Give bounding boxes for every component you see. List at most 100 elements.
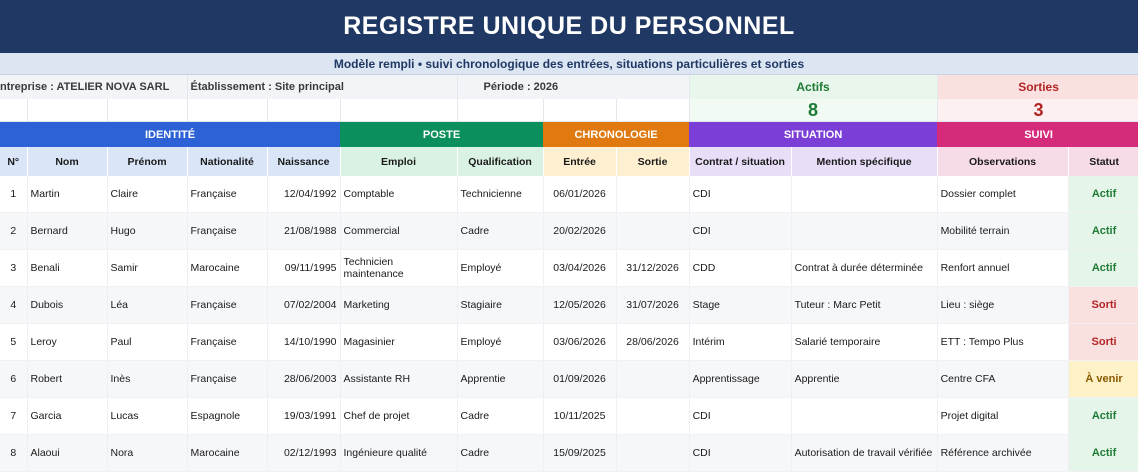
company-cell[interactable]: ntreprise : ATELIER NOVA SARL bbox=[0, 75, 188, 99]
col-qualification[interactable]: Qualification bbox=[457, 147, 544, 176]
cell-naissance[interactable]: 28/06/2003 bbox=[267, 360, 341, 398]
cell-contrat[interactable]: CDD bbox=[689, 249, 792, 287]
cell-contrat[interactable]: Intérim bbox=[689, 323, 792, 361]
col-prenom[interactable]: Prénom bbox=[107, 147, 188, 176]
cell-naissance[interactable]: 12/04/1992 bbox=[267, 176, 341, 213]
cell-nationalite[interactable]: Française bbox=[187, 176, 268, 213]
col-observations[interactable]: Observations bbox=[937, 147, 1069, 176]
cell-sortie[interactable]: 31/07/2026 bbox=[616, 286, 690, 324]
cell-qualification[interactable]: Technicienne bbox=[457, 176, 544, 213]
cell-sortie[interactable] bbox=[616, 360, 690, 398]
cell-entree[interactable]: 12/05/2026 bbox=[543, 286, 617, 324]
cell-mention[interactable]: Contrat à durée déterminée bbox=[791, 249, 938, 287]
cell-prenom[interactable]: Hugo bbox=[107, 212, 188, 250]
table-row[interactable]: 2 Bernard Hugo Française 21/08/1988 Commercia… bbox=[0, 212, 1138, 250]
status-badge[interactable]: Actif bbox=[1068, 397, 1138, 435]
cell-emploi[interactable]: Ingénieure qualité bbox=[340, 434, 458, 472]
table-row[interactable]: 7 Garcia Lucas Espagnole 19/03/1991 Chef de p… bbox=[0, 397, 1138, 435]
cell-nom[interactable]: Martin bbox=[27, 176, 108, 213]
cell-emploi[interactable]: Assistante RH bbox=[340, 360, 458, 398]
cell-entree[interactable]: 10/11/2025 bbox=[543, 397, 617, 435]
cell-naissance[interactable]: 21/08/1988 bbox=[267, 212, 341, 250]
col-contrat[interactable]: Contrat / situation bbox=[689, 147, 792, 176]
cell-nom[interactable]: Robert bbox=[27, 360, 108, 398]
col-sortie[interactable]: Sortie bbox=[616, 147, 690, 176]
status-badge[interactable]: Sorti bbox=[1068, 286, 1138, 324]
status-badge[interactable]: Actif bbox=[1068, 176, 1138, 213]
cell-prenom[interactable]: Samir bbox=[107, 249, 188, 287]
cell-emploi[interactable]: Technicien maintenance bbox=[340, 249, 458, 287]
cell-contrat[interactable]: CDI bbox=[689, 397, 792, 435]
cell-entree[interactable]: 03/06/2026 bbox=[543, 323, 617, 361]
col-nom[interactable]: Nom bbox=[27, 147, 108, 176]
cell-observations[interactable]: Référence archivée bbox=[937, 434, 1069, 472]
cell-mention[interactable]: Autorisation de travail vérifiée bbox=[791, 434, 938, 472]
cell-nationalite[interactable]: Marocaine bbox=[187, 434, 268, 472]
cell-mention[interactable] bbox=[791, 176, 938, 213]
col-nationalite[interactable]: Nationalité bbox=[187, 147, 268, 176]
cell-nom[interactable]: Bernard bbox=[27, 212, 108, 250]
cell-prenom[interactable]: Claire bbox=[107, 176, 188, 213]
cell-naissance[interactable]: 19/03/1991 bbox=[267, 397, 341, 435]
col-emploi[interactable]: Emploi bbox=[340, 147, 458, 176]
table-row[interactable]: 8 Alaoui Nora Marocaine 02/12/1993 Ingénieure… bbox=[0, 434, 1138, 472]
col-mention[interactable]: Mention spécifique bbox=[791, 147, 938, 176]
cell-num[interactable]: 3 bbox=[0, 249, 28, 287]
cell-entree[interactable]: 15/09/2025 bbox=[543, 434, 617, 472]
cell-num[interactable]: 1 bbox=[0, 176, 28, 213]
cell-observations[interactable]: Lieu : siège bbox=[937, 286, 1069, 324]
col-naissance[interactable]: Naissance bbox=[267, 147, 341, 176]
cell-observations[interactable]: Dossier complet bbox=[937, 176, 1069, 213]
table-row[interactable]: 1 Martin Claire Française 12/04/1992 Comptabl… bbox=[0, 176, 1138, 213]
cell-observations[interactable]: Mobilité terrain bbox=[937, 212, 1069, 250]
col-statut[interactable]: Statut bbox=[1068, 147, 1138, 176]
cell-nom[interactable]: Dubois bbox=[27, 286, 108, 324]
cell-entree[interactable]: 20/02/2026 bbox=[543, 212, 617, 250]
cell-naissance[interactable]: 14/10/1990 bbox=[267, 323, 341, 361]
cell-prenom[interactable]: Nora bbox=[107, 434, 188, 472]
cell-nationalite[interactable]: Française bbox=[187, 212, 268, 250]
cell-sortie[interactable] bbox=[616, 212, 690, 250]
cell-emploi[interactable]: Magasinier bbox=[340, 323, 458, 361]
cell-observations[interactable]: Projet digital bbox=[937, 397, 1069, 435]
cell-contrat[interactable]: CDI bbox=[689, 212, 792, 250]
cell-mention[interactable]: Salarié temporaire bbox=[791, 323, 938, 361]
cell-mention[interactable] bbox=[791, 212, 938, 250]
cell-qualification[interactable]: Employé bbox=[457, 323, 544, 361]
cell-entree[interactable]: 06/01/2026 bbox=[543, 176, 617, 213]
cell-prenom[interactable]: Lucas bbox=[107, 397, 188, 435]
col-entree[interactable]: Entrée bbox=[543, 147, 617, 176]
period-cell[interactable]: Période : 2026 bbox=[457, 75, 690, 99]
cell-sortie[interactable] bbox=[616, 176, 690, 213]
cell-num[interactable]: 6 bbox=[0, 360, 28, 398]
cell-nationalite[interactable]: Espagnole bbox=[187, 397, 268, 435]
cell-sortie[interactable]: 31/12/2026 bbox=[616, 249, 690, 287]
cell-mention[interactable] bbox=[791, 397, 938, 435]
cell-naissance[interactable]: 09/11/1995 bbox=[267, 249, 341, 287]
table-row[interactable]: 3 Benali Samir Marocaine 09/11/1995 Technicie… bbox=[0, 249, 1138, 287]
cell-qualification[interactable]: Cadre bbox=[457, 434, 544, 472]
cell-mention[interactable]: Apprentie bbox=[791, 360, 938, 398]
cell-contrat[interactable]: CDI bbox=[689, 176, 792, 213]
cell-qualification[interactable]: Cadre bbox=[457, 212, 544, 250]
status-badge[interactable]: Actif bbox=[1068, 249, 1138, 287]
cell-nom[interactable]: Alaoui bbox=[27, 434, 108, 472]
cell-qualification[interactable]: Stagiaire bbox=[457, 286, 544, 324]
cell-nationalite[interactable]: Française bbox=[187, 286, 268, 324]
cell-sortie[interactable] bbox=[616, 397, 690, 435]
cell-num[interactable]: 4 bbox=[0, 286, 28, 324]
cell-prenom[interactable]: Paul bbox=[107, 323, 188, 361]
cell-prenom[interactable]: Léa bbox=[107, 286, 188, 324]
cell-naissance[interactable]: 02/12/1993 bbox=[267, 434, 341, 472]
col-num[interactable]: N° bbox=[0, 147, 28, 176]
cell-entree[interactable]: 01/09/2026 bbox=[543, 360, 617, 398]
cell-nom[interactable]: Leroy bbox=[27, 323, 108, 361]
cell-contrat[interactable]: Apprentissage bbox=[689, 360, 792, 398]
cell-contrat[interactable]: Stage bbox=[689, 286, 792, 324]
table-row[interactable]: 5 Leroy Paul Française 14/10/1990 Magasinier E… bbox=[0, 323, 1138, 361]
cell-nationalite[interactable]: Française bbox=[187, 360, 268, 398]
cell-qualification[interactable]: Employé bbox=[457, 249, 544, 287]
table-row[interactable]: 4 Dubois Léa Française 07/02/2004 Marketing St… bbox=[0, 286, 1138, 324]
cell-num[interactable]: 5 bbox=[0, 323, 28, 361]
cell-nom[interactable]: Garcia bbox=[27, 397, 108, 435]
